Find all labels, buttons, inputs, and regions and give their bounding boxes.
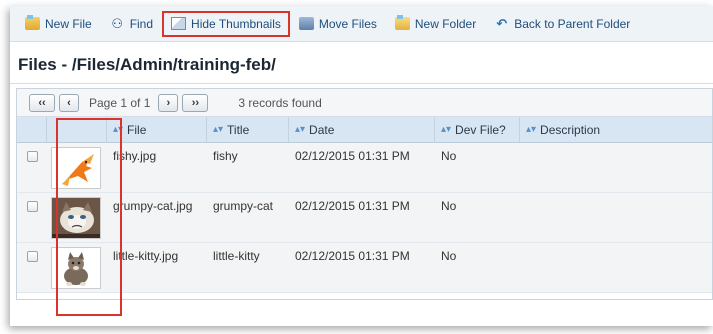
date-cell: 02/12/2015 01:31 PM	[295, 149, 410, 163]
header-title-label: Title	[227, 122, 250, 137]
header-description[interactable]: ▴▾ Description	[520, 117, 712, 142]
page-title: Files - /Files/Admin/training-feb/	[10, 42, 713, 84]
file-cell[interactable]: grumpy-cat.jpg	[107, 193, 207, 242]
move-files-icon	[298, 17, 314, 30]
date-cell: 02/12/2015 01:31 PM	[295, 199, 410, 213]
row-select-cell	[17, 193, 47, 242]
back-to-parent-button[interactable]: ↶ Back to Parent Folder	[485, 11, 639, 37]
new-folder-label: New Folder	[414, 16, 477, 31]
file-cell[interactable]: fishy.jpg	[107, 143, 207, 192]
header-dev-file[interactable]: ▴▾ Dev File?	[435, 117, 520, 142]
cat-thumbnail[interactable]	[51, 197, 101, 239]
header-title[interactable]: ▴▾ Title	[207, 117, 289, 142]
back-arrow-icon: ↶	[496, 16, 508, 31]
description-cell	[520, 143, 712, 192]
kitten-thumbnail[interactable]	[51, 247, 101, 289]
binoculars-icon: ⚇	[111, 16, 124, 31]
dev-file-cell: No	[441, 149, 457, 163]
header-date[interactable]: ▴▾ Date	[289, 117, 435, 142]
sort-icon: ▴▾	[441, 123, 452, 135]
sort-icon: ▴▾	[113, 123, 124, 135]
row-checkbox[interactable]	[26, 251, 38, 262]
thumbnail-cell	[47, 243, 107, 292]
find-label: Find	[129, 16, 154, 31]
row-select-cell	[17, 143, 47, 192]
next-page-button[interactable]: ›	[158, 93, 179, 112]
file-cell[interactable]: little-kitty.jpg	[107, 243, 207, 292]
back-to-parent-label: Back to Parent Folder	[514, 16, 631, 31]
first-page-button[interactable]: ‹‹	[29, 93, 55, 112]
sort-icon: ▴▾	[526, 123, 537, 135]
hide-thumbnails-label: Hide Thumbnails	[191, 16, 281, 31]
last-page-button[interactable]: ››	[182, 93, 209, 112]
header-thumbnail-column	[47, 117, 107, 142]
description-cell	[520, 243, 712, 292]
table-row[interactable]: little-kitty.jpg little-kitty 02/12/2015…	[17, 243, 712, 293]
header-file[interactable]: ▴▾ File	[107, 117, 207, 142]
files-grid: ‹‹ ‹ Page 1 of 1 › ›› 3 records found ▴▾…	[16, 88, 713, 300]
hide-thumbnails-button[interactable]: Hide Thumbnails	[162, 10, 290, 37]
new-file-label: New File	[45, 16, 92, 31]
toolbar: New File ⚇ Find Hide Thumbnails Move Fil…	[10, 6, 713, 42]
grid-header: ▴▾ File ▴▾ Title ▴▾ Date ▴▾ Dev File? ▴▾…	[17, 117, 712, 143]
header-file-label: File	[127, 122, 147, 137]
move-files-button[interactable]: Move Files	[290, 11, 386, 37]
header-select-column	[17, 117, 47, 142]
title-cell: grumpy-cat	[213, 199, 274, 213]
table-row[interactable]: fishy.jpg fishy 02/12/2015 01:31 PM No	[17, 143, 712, 193]
thumbnail-cell	[47, 193, 107, 242]
pager: ‹‹ ‹ Page 1 of 1 › ›› 3 records found	[17, 89, 712, 117]
header-dev-file-label: Dev File?	[455, 122, 506, 137]
header-description-label: Description	[540, 122, 601, 137]
row-checkbox[interactable]	[26, 151, 38, 162]
find-button[interactable]: ⚇ Find	[101, 11, 162, 37]
sort-icon: ▴▾	[295, 123, 306, 135]
header-date-label: Date	[309, 122, 335, 137]
row-checkbox[interactable]	[26, 201, 38, 212]
title-cell: little-kitty	[213, 249, 260, 263]
table-row[interactable]: grumpy-cat.jpg grumpy-cat 02/12/2015 01:…	[17, 193, 712, 243]
page-indicator: Page 1 of 1	[89, 95, 151, 110]
thumbnail-cell	[47, 143, 107, 192]
title-cell: fishy	[213, 149, 238, 163]
row-select-cell	[17, 243, 47, 292]
new-folder-button[interactable]: New Folder	[386, 11, 485, 37]
dev-file-cell: No	[441, 249, 457, 263]
prev-page-button[interactable]: ‹	[59, 93, 79, 112]
file-manager-window: New File ⚇ Find Hide Thumbnails Move Fil…	[10, 6, 713, 326]
new-file-button[interactable]: New File	[16, 11, 101, 37]
records-count: 3 records found	[238, 95, 322, 110]
dev-file-cell: No	[441, 199, 457, 213]
date-cell: 02/12/2015 01:31 PM	[295, 249, 410, 263]
move-files-label: Move Files	[318, 16, 377, 31]
new-file-icon	[25, 15, 40, 30]
new-folder-icon	[394, 15, 410, 30]
description-cell	[520, 193, 712, 242]
goldfish-thumbnail[interactable]	[51, 147, 101, 189]
image-icon	[171, 17, 187, 30]
sort-icon: ▴▾	[213, 123, 224, 135]
